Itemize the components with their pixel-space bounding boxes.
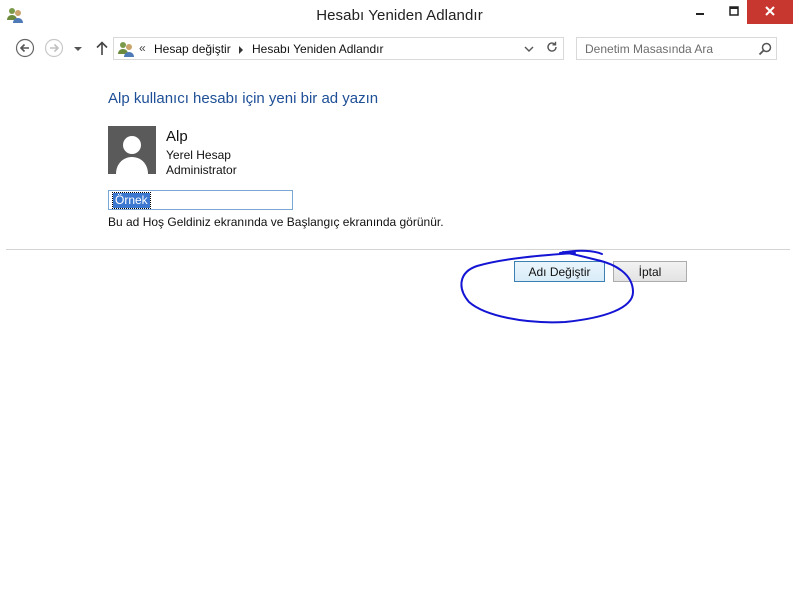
divider bbox=[6, 249, 790, 250]
new-name-input[interactable]: Örnek bbox=[108, 190, 293, 210]
avatar bbox=[108, 126, 156, 174]
arrow-right-icon bbox=[44, 38, 64, 61]
recent-locations-button[interactable] bbox=[70, 39, 86, 59]
hand-drawn-circle-annotation bbox=[460, 249, 634, 324]
breadcrumb-overflow[interactable]: « bbox=[139, 41, 146, 55]
arrow-left-icon bbox=[15, 38, 35, 61]
up-button[interactable] bbox=[92, 39, 112, 59]
breadcrumb-separator-icon[interactable] bbox=[239, 46, 243, 54]
user-silhouette-icon bbox=[116, 136, 148, 174]
arrow-up-icon bbox=[95, 40, 109, 59]
close-icon bbox=[764, 5, 776, 20]
window-title: Hesabı Yeniden Adlandır bbox=[316, 7, 483, 24]
refresh-button[interactable] bbox=[540, 37, 564, 60]
forward-button[interactable] bbox=[44, 38, 64, 61]
breadcrumb-item-current[interactable]: Hesabı Yeniden Adlandır bbox=[252, 42, 383, 56]
account-name: Alp bbox=[166, 128, 188, 145]
back-button[interactable] bbox=[15, 38, 35, 61]
address-bar[interactable]: « Hesap değiştir Hesabı Yeniden Adlandır bbox=[113, 37, 541, 60]
users-icon bbox=[117, 40, 135, 58]
minimize-icon bbox=[695, 5, 705, 19]
chevron-down-icon bbox=[524, 46, 534, 52]
maximize-button[interactable] bbox=[720, 0, 748, 24]
navigation-bar: « Hesap değiştir Hesabı Yeniden Adlandır… bbox=[0, 31, 799, 66]
page-heading: Alp kullanıcı hesabı için yeni bir ad ya… bbox=[108, 90, 379, 107]
title-bar: Hesabı Yeniden Adlandır bbox=[0, 0, 799, 31]
maximize-icon bbox=[729, 5, 739, 19]
search-box[interactable]: Denetim Masasında Ara bbox=[576, 37, 777, 60]
account-type: Yerel Hesap bbox=[166, 148, 231, 162]
minimize-button[interactable] bbox=[686, 0, 714, 24]
breadcrumb-item-hesap-degistir[interactable]: Hesap değiştir bbox=[154, 42, 231, 56]
search-input[interactable]: Denetim Masasında Ara bbox=[585, 42, 713, 56]
close-button[interactable] bbox=[747, 0, 793, 24]
refresh-icon bbox=[546, 41, 558, 56]
new-name-value[interactable]: Örnek bbox=[112, 192, 151, 209]
address-dropdown-button[interactable] bbox=[522, 43, 536, 55]
hint-text: Bu ad Hoş Geldiniz ekranında ve Başlangı… bbox=[108, 215, 444, 229]
account-role: Administrator bbox=[166, 163, 237, 177]
search-icon[interactable] bbox=[757, 41, 773, 57]
chevron-down-icon bbox=[73, 42, 83, 56]
